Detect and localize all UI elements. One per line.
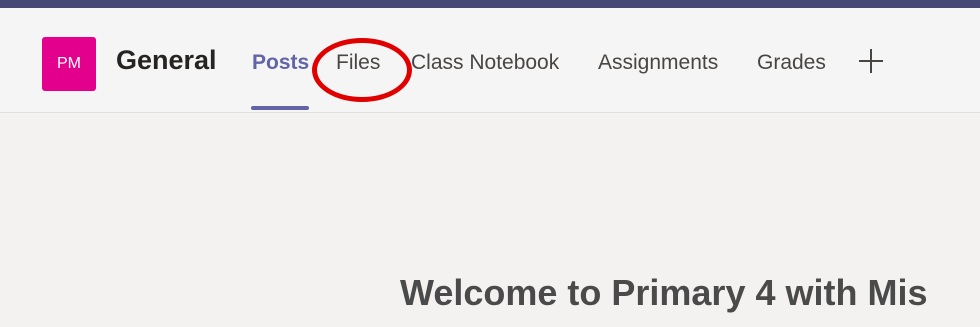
active-tab-indicator (251, 106, 309, 110)
plus-icon (859, 49, 883, 73)
channel-title: General (116, 45, 217, 75)
team-avatar[interactable]: PM (42, 37, 96, 91)
add-tab-button[interactable] (856, 46, 886, 76)
tab-grades[interactable]: Grades (757, 51, 826, 75)
app-top-bar (0, 0, 980, 8)
tab-assignments[interactable]: Assignments (598, 51, 718, 75)
tab-posts[interactable]: Posts (252, 51, 309, 75)
welcome-heading: Welcome to Primary 4 with Mis (400, 272, 928, 313)
channel-header: PM General Posts Files Class Notebook As… (0, 8, 980, 113)
tab-files[interactable]: Files (336, 51, 380, 75)
tab-class-notebook[interactable]: Class Notebook (411, 51, 559, 75)
